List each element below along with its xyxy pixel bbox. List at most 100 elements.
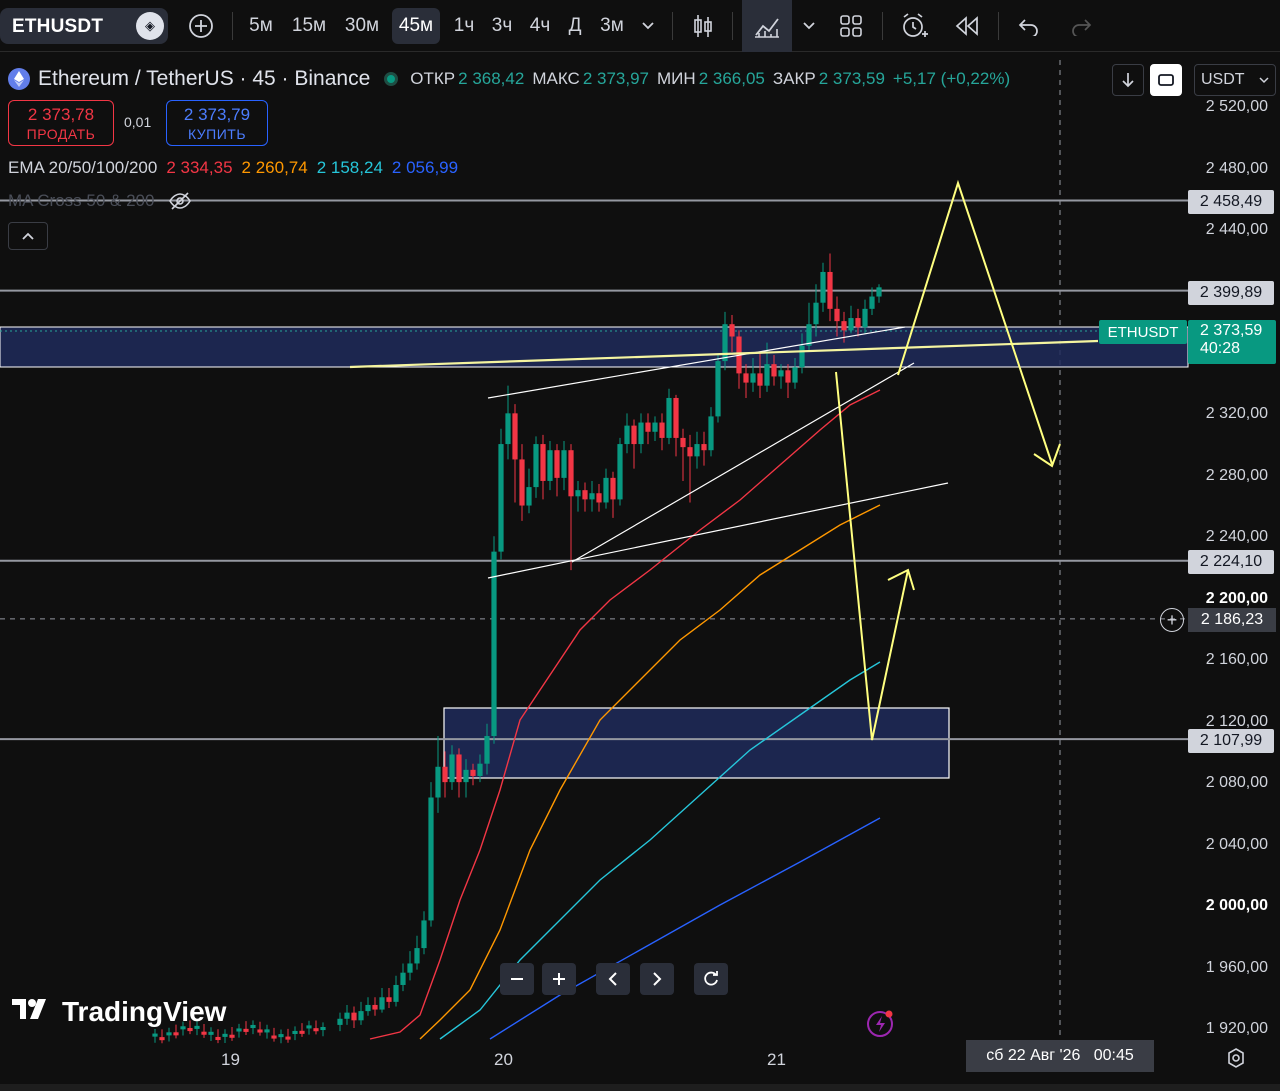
- candle-body: [743, 373, 749, 383]
- candle-body: [379, 997, 385, 1010]
- price-label: 2 040,00: [1205, 836, 1268, 853]
- level-tag: 2 458,49: [1188, 190, 1274, 214]
- candle-body: [250, 1024, 256, 1029]
- resistance-zone: [0, 326, 1189, 368]
- ema200-value: 2 056,99: [391, 158, 459, 177]
- legend-row: Ethereum / TetherUS · 45 · Binance ОТКР 2…: [8, 64, 1018, 94]
- settings-icon[interactable]: [1224, 1046, 1248, 1070]
- candle-body: [257, 1029, 263, 1033]
- candle-body: [631, 425, 637, 445]
- macross-name: MA Cross 50 & 200: [8, 191, 155, 210]
- crosshair-price-tag: 2 186,23: [1188, 608, 1276, 632]
- open-label: ОТКР: [410, 69, 456, 88]
- candle-body: [617, 444, 623, 500]
- candle-body: [278, 1034, 284, 1038]
- candle-body: [533, 444, 539, 488]
- candle-body: [229, 1034, 235, 1038]
- sell-button[interactable]: 2 373,78 ПРОДАТЬ: [8, 100, 114, 146]
- arrow-down-icon: [1122, 73, 1134, 88]
- candle-body: [673, 397, 679, 438]
- candle-body: [568, 450, 574, 497]
- candle-body: [841, 321, 847, 331]
- close-value: 2 373,59: [818, 69, 885, 88]
- annotation-arrows: [835, 179, 1061, 741]
- chevron-left-icon: [608, 972, 617, 986]
- candle-body: [652, 422, 658, 432]
- tradingview-logo[interactable]: TradingView: [12, 996, 226, 1028]
- legend-title[interactable]: Ethereum / TetherUS · 45 · Binance: [38, 67, 370, 91]
- candle-body: [208, 1031, 214, 1035]
- candle-body: [666, 397, 672, 438]
- candle-body: [757, 373, 763, 386]
- price-label: 2 240,00: [1205, 528, 1268, 545]
- tradingview-mark-icon: [12, 997, 52, 1028]
- level-tag: 2 224,10: [1188, 550, 1274, 574]
- candle-body: [449, 754, 455, 783]
- scroll-left-button[interactable]: [596, 963, 630, 995]
- current-price-tag: 2 373,59 40:28: [1188, 320, 1276, 364]
- buy-button[interactable]: 2 373,79 КУПИТЬ: [166, 100, 268, 146]
- candle-body: [764, 364, 770, 386]
- price-label: 2 320,00: [1205, 405, 1268, 422]
- zoom-out-button[interactable]: [500, 963, 534, 995]
- collapse-legend-button[interactable]: [8, 222, 48, 250]
- candle-body: [477, 763, 483, 776]
- ema100-value: 2 158,24: [316, 158, 383, 177]
- bear-arrowhead: [887, 568, 915, 591]
- candle-body: [813, 302, 819, 325]
- candle-body: [687, 447, 693, 457]
- candle-body: [834, 308, 840, 322]
- add-alert-plus-button[interactable]: +: [1160, 608, 1184, 632]
- wedge-support-line: [571, 362, 915, 563]
- candle-body: [715, 361, 721, 417]
- candle-body: [173, 1032, 179, 1036]
- candle-body: [292, 1030, 298, 1035]
- candle-body: [771, 364, 777, 377]
- zoom-in-button[interactable]: [542, 963, 576, 995]
- candle-body: [701, 444, 707, 451]
- candle-body: [729, 324, 735, 337]
- candle-body: [285, 1036, 291, 1040]
- candle-body: [862, 308, 868, 328]
- plus-icon: [553, 973, 565, 985]
- low-label: МИН: [657, 69, 696, 88]
- time-label: 21: [767, 1050, 786, 1069]
- market-status-dot[interactable]: [384, 72, 399, 86]
- eye-hidden-icon[interactable]: [168, 191, 192, 211]
- candle-body: [820, 271, 826, 303]
- price-label: 2 280,00: [1205, 467, 1268, 484]
- candle-body: [344, 1012, 350, 1019]
- candle-body: [610, 477, 616, 500]
- ema-legend[interactable]: EMA 20/50/100/200 2 334,35 2 260,74 2 15…: [8, 158, 467, 178]
- candle-body: [645, 422, 651, 432]
- currency-select[interactable]: USDT: [1194, 64, 1276, 96]
- candle-body: [299, 1030, 305, 1034]
- candle-body: [778, 370, 784, 377]
- candle-body: [505, 413, 511, 445]
- fullscreen-button[interactable]: [1150, 64, 1182, 96]
- candles: [152, 253, 882, 1044]
- reset-chart-button[interactable]: [694, 963, 728, 995]
- crosshair-date-tag: сб 22 Авг '26 00:45: [966, 1040, 1154, 1072]
- high-value: 2 373,97: [582, 69, 650, 88]
- lightning-icon[interactable]: [866, 1008, 896, 1038]
- sell-label: ПРОДАТЬ: [26, 126, 96, 142]
- candle-body: [589, 493, 595, 500]
- candle-body: [201, 1031, 207, 1035]
- chevron-down-icon: [1259, 77, 1269, 84]
- candle-body: [435, 766, 441, 798]
- macross-legend[interactable]: MA Cross 50 & 200: [8, 191, 192, 211]
- price-label: 2 440,00: [1205, 221, 1268, 238]
- scroll-to-latest-button[interactable]: [1112, 64, 1144, 96]
- bottom-strip: [0, 1084, 1280, 1091]
- level-tag: 2 107,99: [1188, 729, 1274, 753]
- candle-body: [271, 1035, 277, 1039]
- candle-body: [365, 1004, 371, 1012]
- buy-price: 2 373,79: [183, 105, 251, 124]
- candle-body: [407, 963, 413, 973]
- candle-body: [638, 422, 644, 445]
- price-label: 2 520,00: [1205, 98, 1268, 115]
- scroll-right-button[interactable]: [640, 963, 674, 995]
- candle-body: [659, 422, 665, 438]
- candle-body: [827, 271, 833, 309]
